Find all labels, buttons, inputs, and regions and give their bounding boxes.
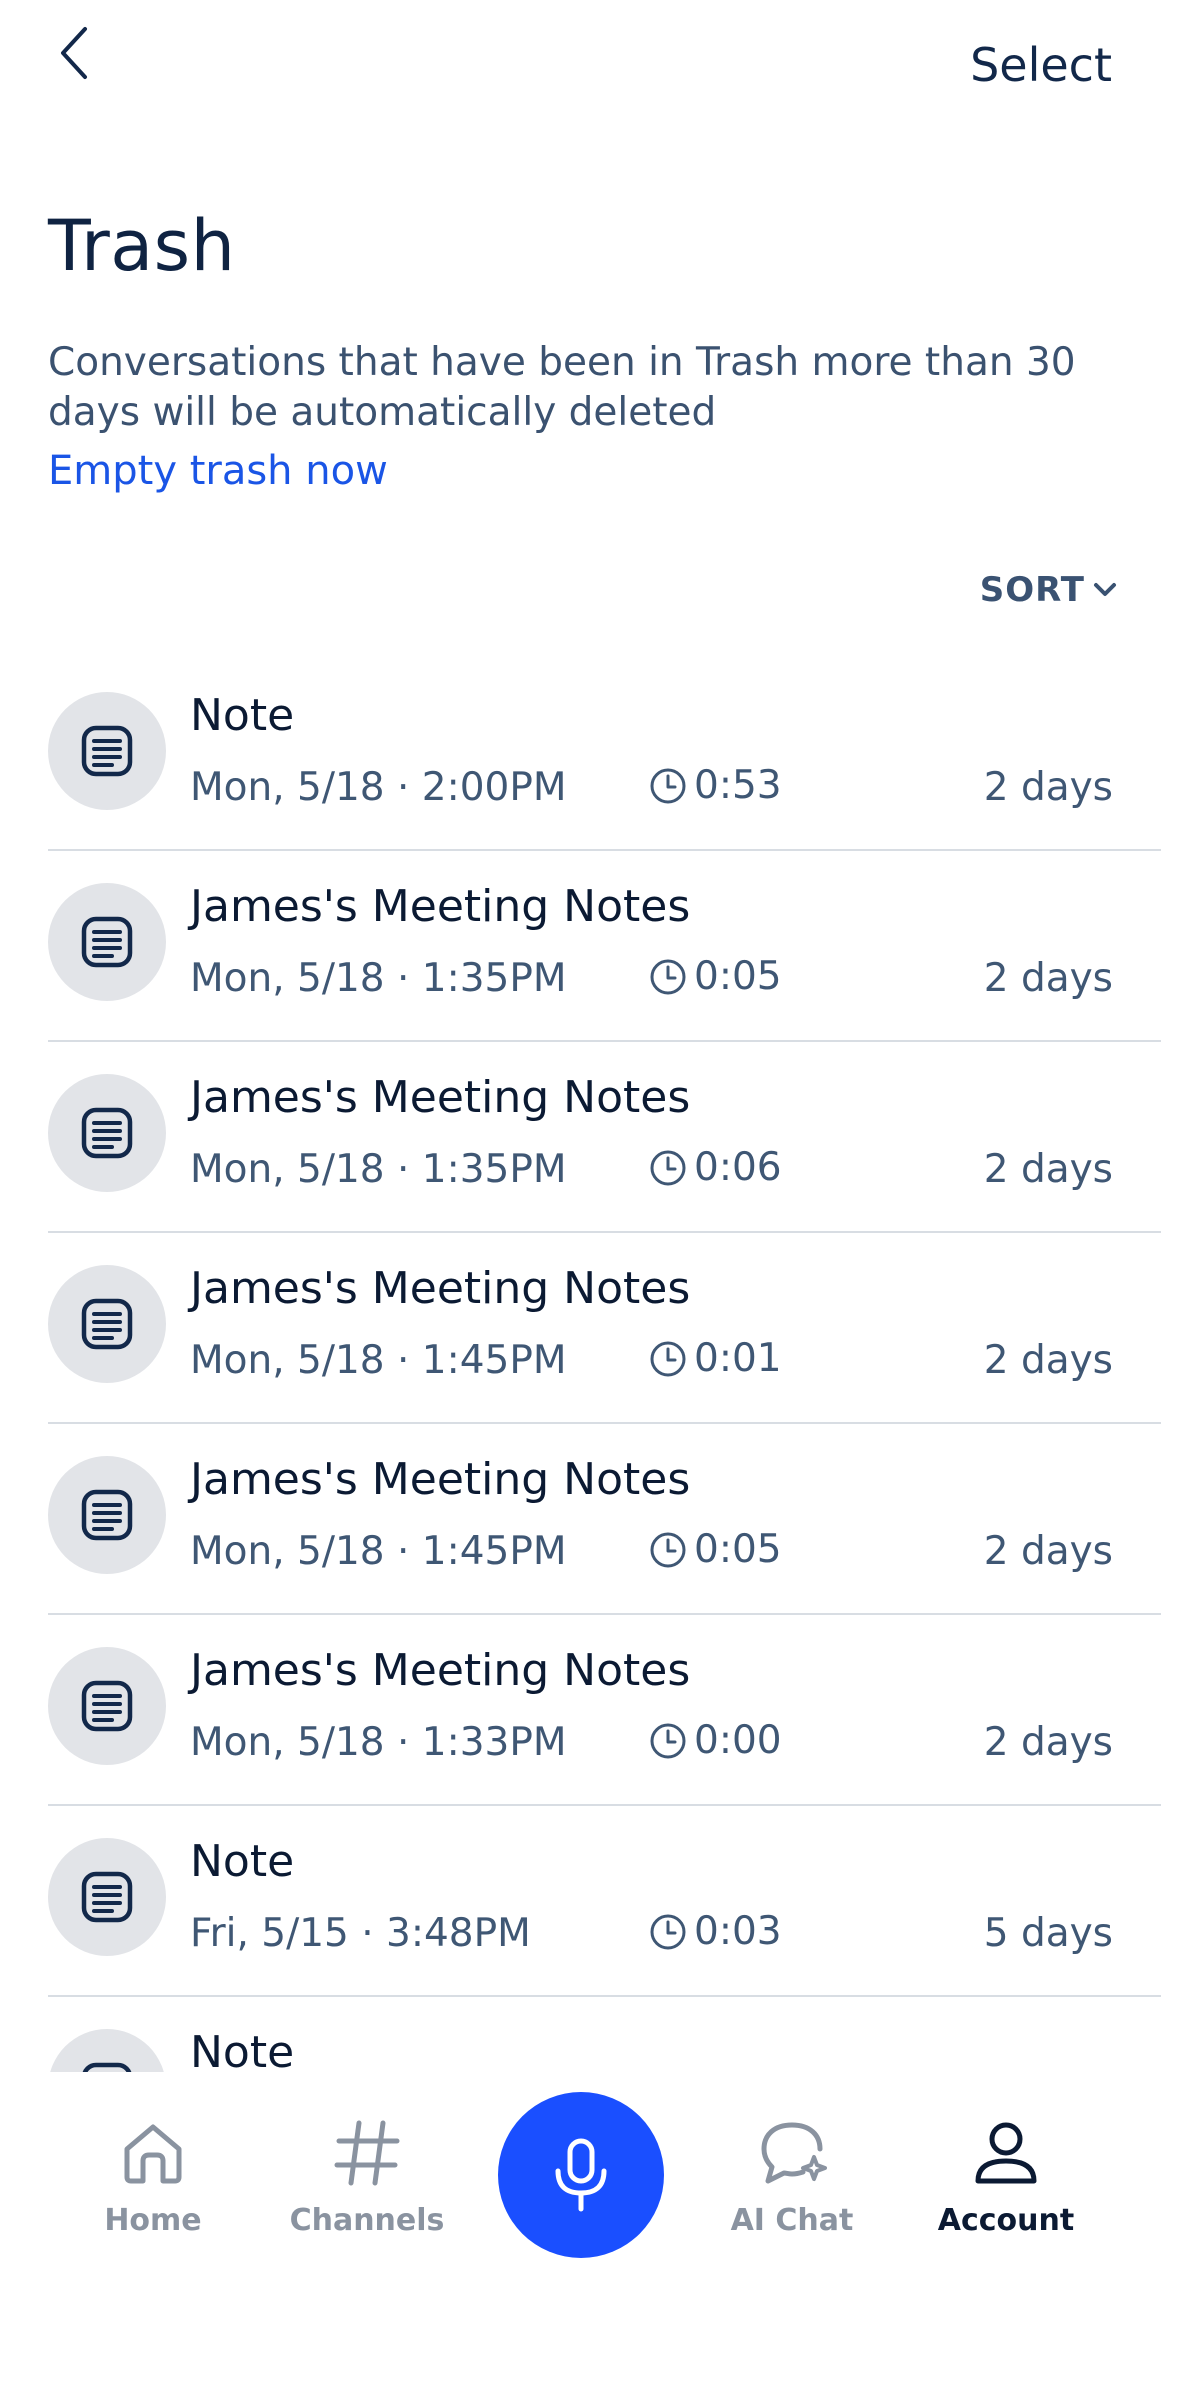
item-duration: 0:05	[648, 1527, 782, 1572]
item-days-remaining: 2 days	[983, 1147, 1113, 1192]
chevron-down-icon	[1094, 583, 1116, 596]
item-title: James's Meeting Notes	[190, 1072, 691, 1123]
clock-icon	[650, 1341, 686, 1376]
item-duration: 0:00	[648, 1718, 782, 1763]
person-icon	[975, 2122, 1037, 2184]
list-item[interactable]: James's Meeting Notes Mon, 5/18 · 1:35PM 0…	[48, 851, 1161, 1042]
item-days-remaining: 5 days	[983, 1911, 1113, 1956]
item-date: Mon, 5/18 · 1:35PM	[190, 956, 567, 1001]
clock-icon	[650, 1914, 686, 1949]
sort-button[interactable]: SORT	[980, 570, 1117, 610]
item-duration-value: 0:03	[694, 1909, 782, 1954]
item-duration-value: 0:06	[694, 1145, 782, 1190]
item-duration: 0:53	[648, 763, 782, 808]
list-item[interactable]: Note	[48, 1997, 1161, 2072]
item-date: Mon, 5/18 · 1:45PM	[190, 1529, 567, 1574]
item-date: Mon, 5/18 · 1:35PM	[190, 1147, 567, 1192]
item-title: James's Meeting Notes	[190, 1454, 691, 1505]
list-item[interactable]: Note Mon, 5/18 · 2:00PM 0:53 2 days	[48, 660, 1161, 851]
bottom-nav: Home Channels AI Chat Account	[0, 2072, 1179, 2396]
note-document-icon	[81, 1298, 133, 1350]
note-avatar	[48, 1456, 166, 1574]
note-document-icon	[81, 1107, 133, 1159]
list-item[interactable]: Note Fri, 5/15 · 3:48PM 0:03 5 days	[48, 1806, 1161, 1997]
item-title: James's Meeting Notes	[190, 1263, 691, 1314]
note-avatar	[48, 2029, 166, 2072]
list-item[interactable]: James's Meeting Notes Mon, 5/18 · 1:45PM 0…	[48, 1233, 1161, 1424]
chevron-left-icon	[61, 27, 87, 79]
hash-icon	[334, 2120, 400, 2186]
nav-home[interactable]: Home	[63, 2117, 243, 2238]
note-document-icon	[82, 2062, 132, 2072]
nav-account-label: Account	[937, 2203, 1075, 2238]
item-duration-value: 0:53	[694, 763, 782, 808]
item-title: James's Meeting Notes	[190, 881, 691, 932]
item-duration: 0:03	[648, 1909, 782, 1954]
select-button[interactable]: Select	[970, 38, 1112, 92]
page-title: Trash	[48, 205, 236, 287]
chat-sparkle-icon	[761, 2122, 827, 2184]
trash-list: Note Mon, 5/18 · 2:00PM 0:53 2 days James's …	[48, 660, 1161, 2072]
item-days-remaining: 2 days	[983, 956, 1113, 1001]
list-item[interactable]: James's Meeting Notes Mon, 5/18 · 1:33PM 0…	[48, 1615, 1161, 1806]
item-duration-value: 0:05	[694, 1527, 782, 1572]
microphone-icon	[555, 2138, 607, 2212]
nav-ai-chat[interactable]: AI Chat	[702, 2117, 882, 2238]
nav-ai-chat-label: AI Chat	[730, 2203, 854, 2238]
item-date: Mon, 5/18 · 2:00PM	[190, 765, 567, 810]
item-date: Mon, 5/18 · 1:33PM	[190, 1720, 567, 1765]
empty-trash-link[interactable]: Empty trash now	[48, 448, 388, 494]
item-days-remaining: 2 days	[983, 1720, 1113, 1765]
clock-icon	[650, 1150, 686, 1185]
item-title: Note	[190, 690, 295, 741]
nav-home-label: Home	[104, 2203, 202, 2238]
item-duration: 0:06	[648, 1145, 782, 1190]
trash-screen: Select Trash Conversations that have bee…	[0, 0, 1179, 2396]
item-date: Mon, 5/18 · 1:45PM	[190, 1338, 567, 1383]
nav-account[interactable]: Account	[916, 2117, 1096, 2238]
trash-description: Conversations that have been in Trash mo…	[48, 340, 1076, 435]
item-duration: 0:01	[648, 1336, 782, 1381]
item-title: Note	[190, 2027, 295, 2072]
item-days-remaining: 2 days	[983, 1529, 1113, 1574]
list-item[interactable]: James's Meeting Notes Mon, 5/18 · 1:35PM 0…	[48, 1042, 1161, 1233]
item-duration: 0:05	[648, 954, 782, 999]
note-avatar	[48, 1074, 166, 1192]
list-item[interactable]: James's Meeting Notes Mon, 5/18 · 1:45PM 0…	[48, 1424, 1161, 1615]
item-days-remaining: 2 days	[983, 1338, 1113, 1383]
sort-label: SORT	[979, 570, 1085, 610]
back-button[interactable]	[44, 18, 104, 88]
note-avatar	[48, 1838, 166, 1956]
item-duration-value: 0:05	[694, 954, 782, 999]
note-avatar	[48, 883, 166, 1001]
note-avatar	[48, 1647, 166, 1765]
record-button[interactable]	[498, 2092, 664, 2258]
note-document-icon	[81, 1489, 133, 1541]
home-icon	[124, 2124, 182, 2184]
note-avatar	[48, 692, 166, 810]
clock-icon	[650, 1723, 686, 1758]
item-title: James's Meeting Notes	[190, 1645, 691, 1696]
item-date: Fri, 5/15 · 3:48PM	[190, 1911, 531, 1956]
nav-channels-label: Channels	[289, 2203, 445, 2238]
nav-channels[interactable]: Channels	[277, 2117, 457, 2238]
item-duration-value: 0:00	[694, 1718, 782, 1763]
item-days-remaining: 2 days	[983, 765, 1113, 810]
note-document-icon	[81, 725, 133, 777]
note-document-icon	[81, 916, 133, 968]
clock-icon	[650, 768, 686, 803]
item-duration-value: 0:01	[694, 1336, 782, 1381]
clock-icon	[650, 1532, 686, 1567]
note-avatar	[48, 1265, 166, 1383]
note-document-icon	[81, 1680, 133, 1732]
note-document-icon	[81, 1871, 133, 1923]
item-title: Note	[190, 1836, 295, 1887]
clock-icon	[650, 959, 686, 994]
